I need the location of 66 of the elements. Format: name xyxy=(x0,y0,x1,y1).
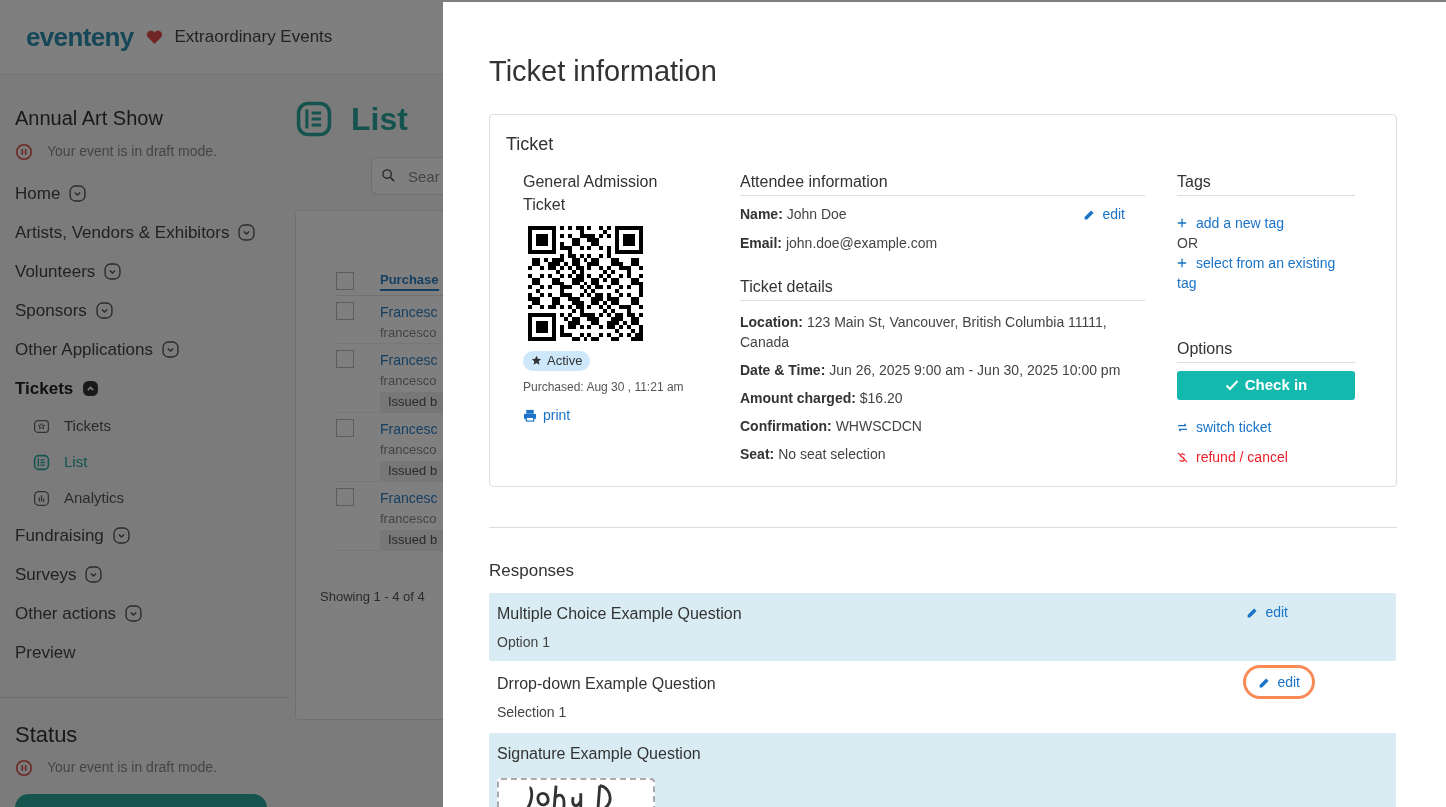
nav-item[interactable]: Sponsors xyxy=(15,297,87,324)
section-heading: Options xyxy=(1177,336,1355,363)
detail-field: Date & Time: Jun 26, 2025 9:00 am - Jun 30, 2025 10:00 pm xyxy=(740,359,1145,380)
section-heading: Ticket xyxy=(506,132,555,156)
column-header[interactable]: Purchase xyxy=(380,269,439,292)
answer-text: Selection 1 xyxy=(497,703,568,722)
attendee-name[interactable]: Francesc xyxy=(380,349,446,371)
issued-badge: Issued b xyxy=(380,461,446,481)
organization-name: Extraordinary Events xyxy=(174,26,333,49)
edit-link[interactable]: edit xyxy=(1234,598,1300,626)
attendee-name[interactable]: Francesc xyxy=(380,487,446,509)
edit-link[interactable]: edit xyxy=(1246,668,1312,696)
check-in-button[interactable]: Check in xyxy=(1177,370,1355,400)
event-title: Annual Art Show xyxy=(14,106,164,131)
attendee-email: francesco xyxy=(380,509,438,528)
nav-item[interactable]: Volunteers xyxy=(15,258,96,285)
status-title: Status xyxy=(14,721,79,749)
nav-item[interactable]: Artists, Vendors & Exhibitors xyxy=(15,219,230,246)
tag-link[interactable]: add a new tag xyxy=(1177,212,1355,233)
attendee-name[interactable]: Francesc xyxy=(380,302,438,323)
nav-item[interactable]: Other Applications xyxy=(15,336,153,363)
tag-link[interactable]: select from an existing tag xyxy=(1177,252,1355,293)
section-heading: Attendee information xyxy=(740,169,1145,196)
attendee-email: francesco xyxy=(380,440,438,459)
nav-item[interactable]: Fundraising xyxy=(15,522,104,549)
pagination-summary: Showing 1 - 4 of 4 xyxy=(320,587,425,606)
answer-text: Option 1 xyxy=(497,633,551,652)
nav-subitem[interactable]: Tickets xyxy=(64,414,111,438)
edit-link[interactable]: edit xyxy=(1083,203,1125,225)
detail-field: Location: 123 Main St, Vancouver, British Columbia 11111, Canada xyxy=(740,311,1120,352)
logo: eventeny xyxy=(26,20,134,54)
question-text: Signature Example Question xyxy=(497,744,702,764)
question-text: Drrop-down Example Question xyxy=(497,674,717,694)
nav-item[interactable]: Tickets xyxy=(15,375,74,402)
attendee-name[interactable]: Francesc xyxy=(380,418,446,440)
refund-link[interactable]: refund / cancel xyxy=(1177,446,1355,468)
detail-field: Confirmation: WHWSCDCN xyxy=(740,415,1145,436)
nav-item[interactable]: Surveys xyxy=(15,561,77,588)
detail-field: Seat: No seat selection xyxy=(740,443,1145,464)
draft-notice: Your event is in draft mode. xyxy=(47,142,217,161)
issued-badge: Issued b xyxy=(380,530,446,550)
nav-subitem[interactable]: List xyxy=(64,450,88,474)
draft-notice: Your event is in draft mode. xyxy=(47,758,217,777)
detail-field: Name: John Doe xyxy=(740,203,847,225)
detail-field: Email: john.doe@example.com xyxy=(740,232,1145,253)
nav-item[interactable]: Home xyxy=(15,180,61,207)
section-heading: Tags xyxy=(1177,169,1355,196)
page-title: List xyxy=(351,100,408,139)
or-label: OR xyxy=(1177,233,1199,253)
print-link[interactable]: print xyxy=(523,404,571,426)
question-text: Multiple Choice Example Question xyxy=(497,604,743,624)
attendee-email: francesco xyxy=(380,371,438,390)
section-heading: Responses xyxy=(489,559,576,582)
ticket-name: General Admission Ticket xyxy=(523,171,659,215)
nav-subitem[interactable]: Analytics xyxy=(64,486,125,510)
detail-field: Amount charged: $16.20 xyxy=(740,387,1145,408)
status-label: Active xyxy=(547,351,583,370)
nav-item[interactable]: Other actions xyxy=(15,600,117,627)
search-field[interactable]: Sear xyxy=(371,157,443,195)
purchase-date: Purchased: Aug 30 , 11:21 am xyxy=(523,378,685,396)
switch-ticket-link[interactable]: switch ticket xyxy=(1177,416,1355,438)
nav-item[interactable]: Preview xyxy=(15,639,76,666)
section-heading: Ticket details xyxy=(740,274,1145,301)
modal-title: Ticket information xyxy=(489,54,718,89)
issued-badge: Issued b xyxy=(380,392,446,412)
attendee-email: francesco xyxy=(380,324,438,342)
